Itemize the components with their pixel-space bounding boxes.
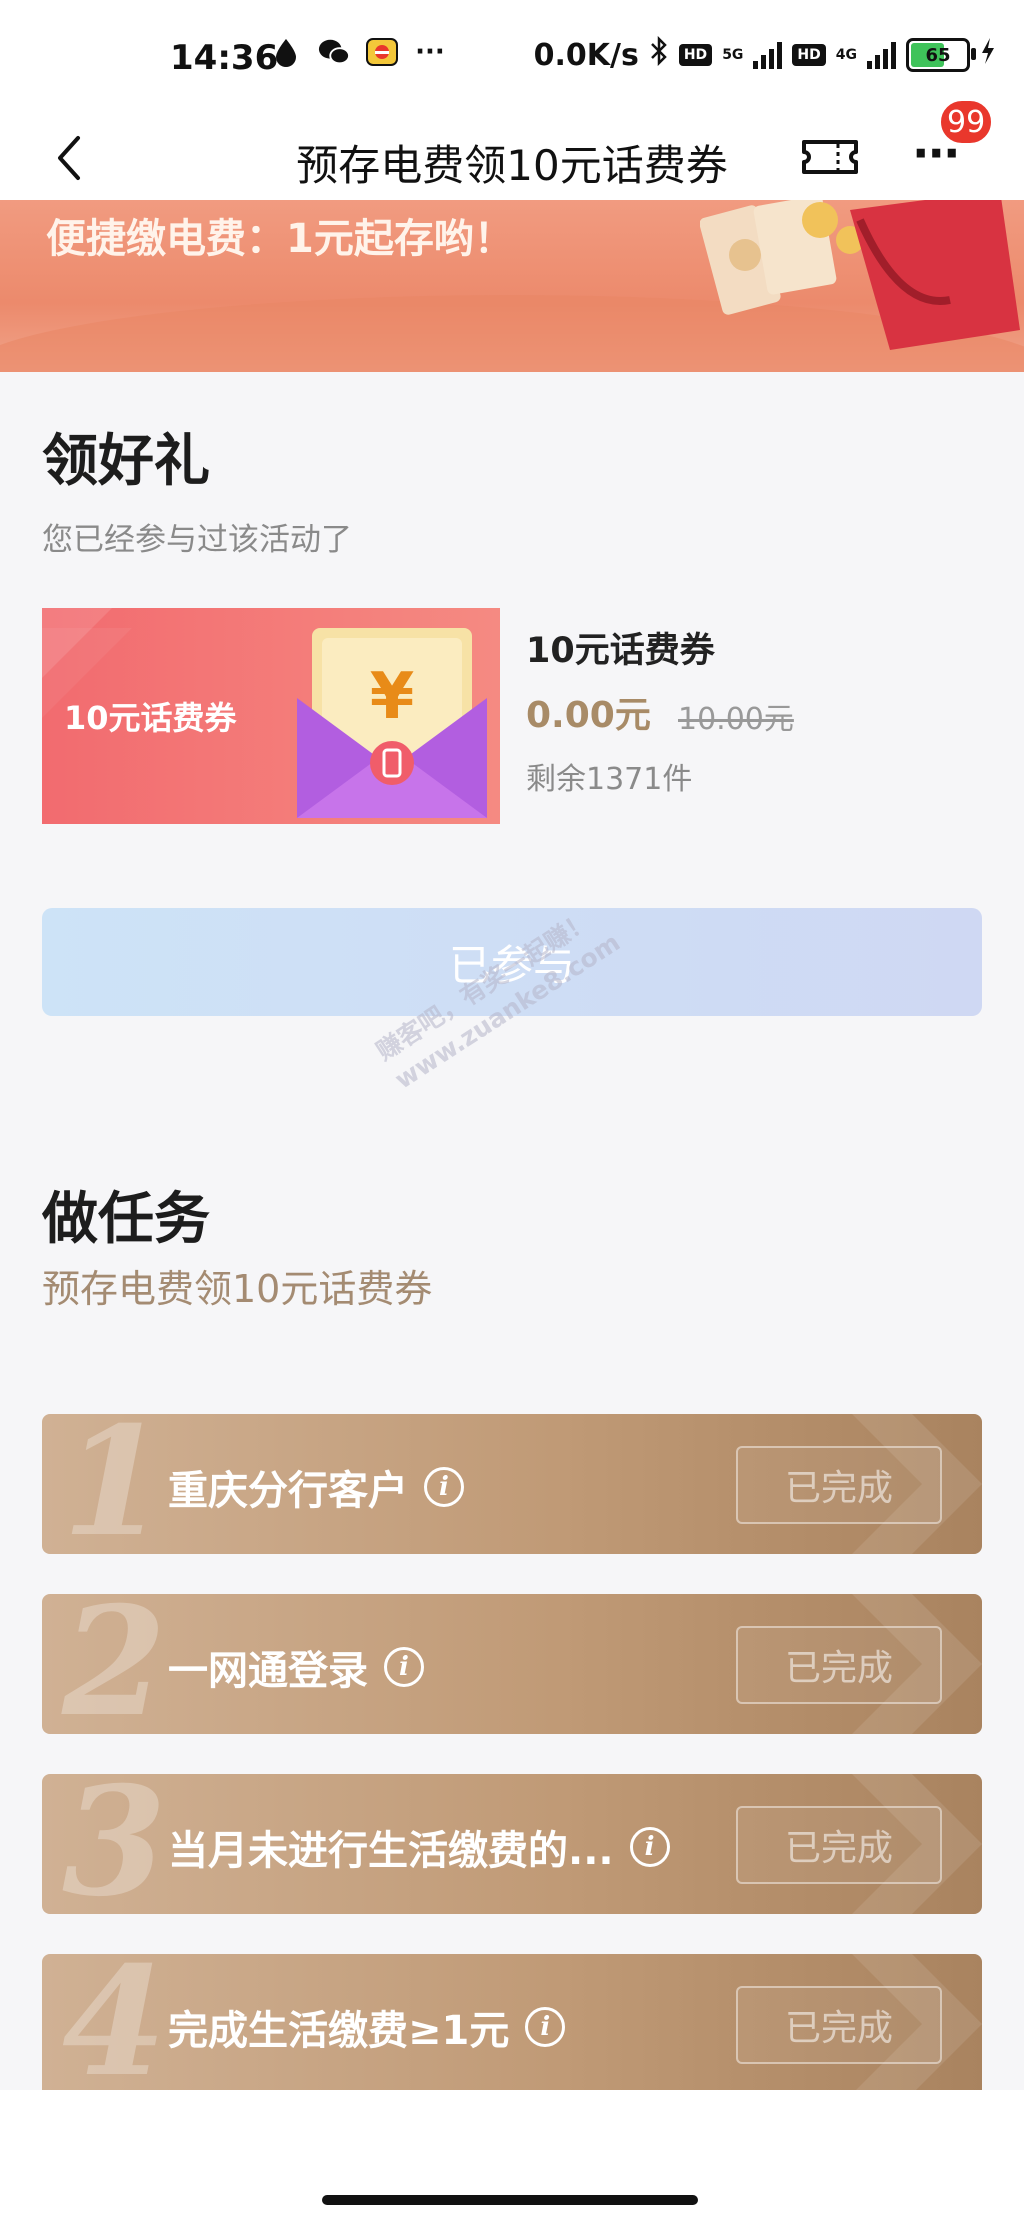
app-notification-icon bbox=[366, 36, 398, 68]
battery-level: 65 bbox=[925, 44, 951, 66]
battery-icon: 65 bbox=[906, 38, 976, 72]
task-item: 3 当月未进行生活缴费的... i 已完成 bbox=[42, 1774, 982, 1914]
gift-stock: 剩余1371件 bbox=[526, 762, 693, 797]
task-status-button[interactable]: 已完成 bbox=[736, 1626, 942, 1704]
nav-bar: 预存电费领10元话费券 ··· 99 bbox=[0, 98, 1024, 200]
task-number: 2 bbox=[62, 1594, 167, 1734]
status-time: 14:36 bbox=[170, 38, 279, 78]
task-status-button[interactable]: 已完成 bbox=[736, 1806, 942, 1884]
page-title: 预存电费领10元话费券 bbox=[296, 141, 728, 190]
status-notification-icons: ··· bbox=[270, 36, 446, 68]
charging-icon bbox=[980, 37, 996, 73]
task-label-text: 当月未进行生活缴费的... bbox=[168, 1828, 614, 1874]
task-section-subtitle: 预存电费领10元话费券 bbox=[42, 1267, 433, 1311]
gift-section-subtitle: 您已经参与过该活动了 bbox=[42, 522, 352, 558]
task-status-button[interactable]: 已完成 bbox=[736, 1986, 942, 2064]
task-number: 1 bbox=[62, 1414, 167, 1554]
task-label: 重庆分行客户 i bbox=[168, 1458, 464, 1516]
status-bar: 14:36 ··· 0.0K/s HD 5G HD 4G 65 bbox=[0, 0, 1024, 118]
info-icon[interactable]: i bbox=[525, 2007, 566, 2047]
task-item: 1 重庆分行客户 i 已完成 bbox=[42, 1414, 982, 1554]
status-system-icons: 0.0K/s HD 5G HD 4G 65 bbox=[533, 35, 996, 74]
network-type-4g: 4G bbox=[835, 47, 857, 63]
task-label: 当月未进行生活缴费的... i bbox=[168, 1818, 670, 1876]
home-indicator[interactable] bbox=[322, 2195, 698, 2205]
network-type-5g: 5G bbox=[722, 47, 744, 63]
task-label-text: 重庆分行客户 bbox=[168, 1468, 408, 1514]
task-item: 4 完成生活缴费≥1元 i 已完成 bbox=[42, 1954, 982, 2090]
svg-text:¥: ¥ bbox=[370, 660, 415, 734]
network-speed: 0.0K/s bbox=[533, 37, 639, 73]
ticket-icon bbox=[802, 140, 858, 174]
task-label: 完成生活缴费≥1元 i bbox=[168, 1998, 566, 2056]
info-icon[interactable]: i bbox=[384, 1647, 424, 1687]
task-label-text: 一网通登录 bbox=[168, 1648, 368, 1694]
task-item: 2 一网通登录 i 已完成 bbox=[42, 1594, 982, 1734]
task-section-title: 做任务 bbox=[42, 1187, 210, 1252]
signal-icon-2 bbox=[867, 41, 896, 69]
info-icon[interactable]: i bbox=[424, 1467, 464, 1507]
notification-badge: 99 bbox=[938, 98, 995, 146]
gift-card-label: 10元话费券 bbox=[64, 699, 237, 737]
ticket-button[interactable] bbox=[800, 130, 860, 184]
gift-card-image[interactable]: 10元话费券 ¥ bbox=[42, 608, 500, 824]
gift-original-price: 10.00元 bbox=[678, 702, 794, 737]
hd-icon-2: HD bbox=[792, 44, 826, 66]
bluetooth-icon bbox=[649, 35, 669, 74]
task-status-button[interactable]: 已完成 bbox=[736, 1446, 942, 1524]
more-notifications-icon: ··· bbox=[415, 37, 445, 67]
gift-section-title: 领好礼 bbox=[42, 429, 210, 494]
gift-name: 10元话费券 bbox=[526, 631, 715, 671]
gift-bag-illustration bbox=[700, 200, 1020, 350]
wechat-icon bbox=[318, 36, 350, 68]
task-number: 4 bbox=[62, 1954, 167, 2090]
promo-banner[interactable]: 便捷缴电费：1元起存哟！ bbox=[0, 200, 1024, 372]
signal-icon bbox=[753, 41, 783, 69]
banner-text: 便捷缴电费：1元起存哟！ bbox=[46, 216, 514, 262]
hd-icon: HD bbox=[678, 44, 713, 66]
info-icon[interactable]: i bbox=[629, 1827, 670, 1867]
gift-price: 0.00元 bbox=[526, 695, 651, 736]
drop-icon bbox=[270, 36, 302, 68]
red-envelope-icon: ¥ bbox=[297, 628, 487, 818]
task-number: 3 bbox=[62, 1774, 167, 1914]
task-label: 一网通登录 i bbox=[168, 1638, 424, 1696]
task-label-text: 完成生活缴费≥1元 bbox=[168, 2008, 510, 2054]
